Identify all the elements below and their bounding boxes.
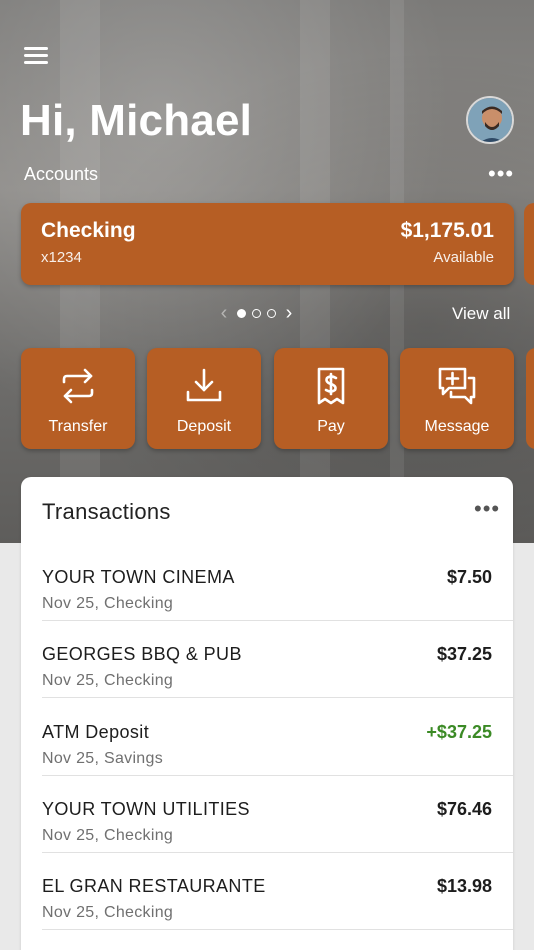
chevron-left-icon[interactable]: ‹: [214, 302, 234, 325]
message-button[interactable]: Message: [400, 348, 514, 449]
transaction-merchant: YOUR TOWN CINEMA: [42, 567, 235, 587]
transaction-row[interactable]: YOUR TOWN UTILITIES Nov 25, Checking $76…: [21, 776, 513, 853]
transaction-amount: $37.25: [436, 644, 492, 664]
pager-dot: [267, 308, 276, 318]
transfer-arrows-icon: [62, 368, 94, 404]
transactions-more-icon[interactable]: •••: [474, 498, 500, 520]
transaction-row[interactable]: YOUR TOWN CINEMA Nov 25, Checking $7.50: [21, 544, 513, 621]
transaction-meta: Nov 25, Savings: [42, 750, 164, 767]
download-tray-icon: [186, 368, 222, 402]
transaction-amount: $13.98: [436, 876, 492, 896]
view-all-link[interactable]: View all: [452, 304, 510, 324]
hamburger-menu-icon[interactable]: [24, 47, 48, 67]
pager-dot: [252, 308, 261, 318]
pay-button[interactable]: Pay: [274, 348, 388, 449]
pager-dot: [237, 308, 246, 318]
accounts-section-label: Accounts: [24, 164, 99, 184]
transactions-title: Transactions: [42, 499, 171, 524]
account-name: Checking: [41, 219, 136, 242]
transaction-row[interactable]: EL GRAN RESTAURANTE Nov 25, Checking $13…: [21, 853, 513, 930]
next-account-card-peek[interactable]: [524, 203, 534, 285]
message-label: Message: [424, 418, 490, 435]
transaction-meta: Nov 25, Checking: [42, 672, 174, 689]
avatar[interactable]: [466, 96, 514, 144]
chat-plus-icon: [438, 367, 476, 405]
transfer-label: Transfer: [48, 418, 108, 435]
account-balance-label: Available: [433, 249, 494, 266]
transaction-meta: Nov 25, Checking: [42, 827, 174, 844]
transfer-button[interactable]: Transfer: [21, 348, 135, 449]
transaction-amount: +$37.25: [426, 722, 492, 742]
transaction-merchant: GEORGES BBQ & PUB: [42, 644, 242, 664]
transaction-row[interactable]: ATM Deposit Nov 25, Savings +$37.25: [21, 699, 513, 776]
next-action-peek[interactable]: [526, 348, 534, 449]
transaction-merchant: EL GRAN RESTAURANTE: [42, 876, 266, 896]
transaction-merchant: ATM Deposit: [42, 722, 150, 742]
row-divider: [42, 929, 513, 930]
account-balance: $1,175.01: [400, 219, 494, 242]
transactions-panel: Transactions ••• YOUR TOWN CINEMA Nov 25…: [21, 477, 513, 950]
greeting-title: Hi, Michael: [20, 96, 253, 145]
account-card-checking[interactable]: Checking x1234 $1,175.01 Available: [21, 203, 514, 285]
transaction-row[interactable]: GEORGES BBQ & PUB Nov 25, Checking $37.2…: [21, 621, 513, 698]
dollar-receipt-icon: [317, 367, 345, 405]
transaction-amount: $7.50: [446, 567, 492, 587]
transaction-meta: Nov 25, Checking: [42, 595, 174, 612]
transaction-meta: Nov 25, Checking: [42, 904, 174, 921]
row-divider: [42, 697, 513, 698]
transaction-merchant: YOUR TOWN UTILITIES: [42, 799, 250, 819]
deposit-label: Deposit: [176, 418, 232, 435]
deposit-button[interactable]: Deposit: [147, 348, 261, 449]
transaction-amount: $76.46: [436, 799, 492, 819]
accounts-more-icon[interactable]: •••: [488, 163, 513, 185]
chevron-right-icon[interactable]: ›: [279, 302, 299, 325]
pay-label: Pay: [317, 418, 345, 435]
account-number: x1234: [41, 249, 82, 266]
account-pager: ‹ ›: [214, 302, 299, 324]
